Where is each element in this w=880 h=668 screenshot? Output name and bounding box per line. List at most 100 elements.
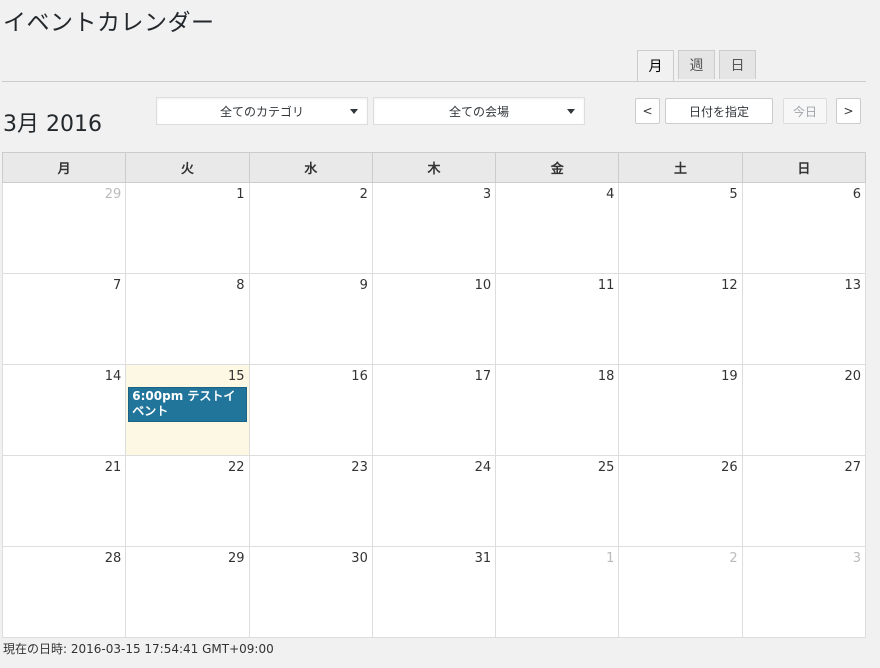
day-cell[interactable]: 29 xyxy=(1,182,127,274)
day-number: 14 xyxy=(104,369,122,384)
day-cell[interactable]: 1 xyxy=(495,546,620,638)
day-cell[interactable]: 18 xyxy=(495,364,620,456)
day-number: 12 xyxy=(721,278,738,293)
day-number: 15 xyxy=(228,369,245,384)
day-cell[interactable]: 28 xyxy=(1,546,127,638)
day-number: 6 xyxy=(852,187,861,202)
day-cell[interactable]: 25 xyxy=(495,455,620,547)
day-cell[interactable]: 3 xyxy=(741,546,867,638)
view-tabs: 月 週 日 xyxy=(637,50,756,81)
weekday-header: 月 xyxy=(1,152,127,183)
day-number: 29 xyxy=(104,187,122,202)
day-cell[interactable]: 20 xyxy=(741,364,867,456)
venue-select[interactable]: 全ての会場 xyxy=(373,97,585,125)
day-number: 11 xyxy=(597,278,615,293)
day-number: 19 xyxy=(721,369,738,384)
day-number: 21 xyxy=(104,460,122,475)
day-cell[interactable]: 16 xyxy=(248,364,373,456)
weekday-header-row: 月 火 水 木 金 土 日 xyxy=(1,152,867,183)
day-cell[interactable]: 1 xyxy=(125,182,250,274)
day-cell[interactable]: 2 xyxy=(618,546,743,638)
day-number: 3 xyxy=(482,187,492,202)
current-datetime: 現在の日時: 2016-03-15 17:54:41 GMT+09:00 xyxy=(3,642,274,656)
tab-day[interactable]: 日 xyxy=(719,50,756,79)
weekday-header: 金 xyxy=(495,152,620,183)
day-number: 4 xyxy=(606,187,615,202)
day-cell[interactable]: 12 xyxy=(618,273,743,365)
weekday-header: 土 xyxy=(618,152,743,183)
day-cell-today[interactable]: 15 6:00pm テストイベント xyxy=(125,364,250,456)
day-number: 22 xyxy=(228,460,245,475)
day-cell[interactable]: 26 xyxy=(618,455,743,547)
day-number: 2 xyxy=(729,551,738,566)
day-number: 2 xyxy=(359,187,368,202)
day-cell[interactable]: 3 xyxy=(371,182,497,274)
day-number: 5 xyxy=(729,187,738,202)
calendar-event[interactable]: 6:00pm テストイベント xyxy=(128,387,247,422)
date-picker-button[interactable]: 日付を指定 xyxy=(665,98,773,124)
day-number: 28 xyxy=(104,551,122,566)
day-number: 9 xyxy=(359,278,368,293)
day-number: 20 xyxy=(844,369,861,384)
day-number: 24 xyxy=(474,460,492,475)
weekday-header: 水 xyxy=(248,152,373,183)
category-select-label: 全てのカテゴリ xyxy=(219,104,304,119)
day-number: 27 xyxy=(844,460,861,475)
day-number: 29 xyxy=(228,551,245,566)
day-cell[interactable]: 30 xyxy=(248,546,373,638)
day-cell[interactable]: 22 xyxy=(125,455,250,547)
day-cell[interactable]: 27 xyxy=(741,455,867,547)
week-row: 7 8 9 10 11 12 13 xyxy=(1,273,867,365)
day-cell[interactable]: 4 xyxy=(495,182,620,274)
day-cell[interactable]: 8 xyxy=(125,273,250,365)
day-number: 1 xyxy=(606,551,615,566)
day-number: 8 xyxy=(236,278,245,293)
day-cell[interactable]: 24 xyxy=(371,455,497,547)
day-number: 1 xyxy=(236,187,245,202)
day-number: 25 xyxy=(597,460,615,475)
week-row: 14 15 6:00pm テストイベント 16 17 18 19 20 xyxy=(1,364,867,456)
day-number: 16 xyxy=(351,369,368,384)
day-cell[interactable]: 13 xyxy=(741,273,867,365)
day-cell[interactable]: 10 xyxy=(371,273,497,365)
day-number: 30 xyxy=(351,551,368,566)
day-number: 13 xyxy=(844,278,861,293)
day-cell[interactable]: 19 xyxy=(618,364,743,456)
day-cell[interactable]: 14 xyxy=(1,364,127,456)
weekday-header: 火 xyxy=(125,152,250,183)
day-number: 23 xyxy=(351,460,368,475)
day-cell[interactable]: 11 xyxy=(495,273,620,365)
day-cell[interactable]: 21 xyxy=(1,455,127,547)
prev-month-button[interactable]: < xyxy=(635,98,660,124)
day-cell[interactable]: 31 xyxy=(371,546,497,638)
category-select[interactable]: 全てのカテゴリ xyxy=(156,97,368,125)
week-row: 29 1 2 3 4 5 6 xyxy=(1,182,867,274)
day-cell[interactable]: 9 xyxy=(248,273,373,365)
month-calendar: 月 火 水 木 金 土 日 29 1 2 3 4 5 6 7 8 9 10 11… xyxy=(1,152,867,638)
day-cell[interactable]: 17 xyxy=(371,364,497,456)
page-title: イベントカレンダー xyxy=(3,10,215,36)
week-row: 28 29 30 31 1 2 3 xyxy=(1,546,867,638)
day-cell[interactable]: 23 xyxy=(248,455,373,547)
day-number: 10 xyxy=(474,278,492,293)
day-cell[interactable]: 7 xyxy=(1,273,127,365)
day-number: 7 xyxy=(113,278,122,293)
next-month-button[interactable]: > xyxy=(836,98,861,124)
today-button[interactable]: 今日 xyxy=(783,98,827,124)
tab-divider xyxy=(2,81,866,82)
tab-week[interactable]: 週 xyxy=(678,50,715,79)
day-number: 18 xyxy=(597,369,615,384)
day-cell[interactable]: 29 xyxy=(125,546,250,638)
day-number: 17 xyxy=(474,369,492,384)
month-title: 3月 2016 xyxy=(3,112,102,137)
day-cell[interactable]: 6 xyxy=(741,182,867,274)
venue-select-label: 全ての会場 xyxy=(448,104,509,119)
weekday-header: 木 xyxy=(371,152,497,183)
caret-down-icon xyxy=(350,109,358,114)
day-cell[interactable]: 5 xyxy=(618,182,743,274)
tab-month[interactable]: 月 xyxy=(637,50,674,81)
weekday-header: 日 xyxy=(741,152,867,183)
day-cell[interactable]: 2 xyxy=(248,182,373,274)
caret-down-icon xyxy=(567,109,575,114)
day-number: 3 xyxy=(852,551,861,566)
